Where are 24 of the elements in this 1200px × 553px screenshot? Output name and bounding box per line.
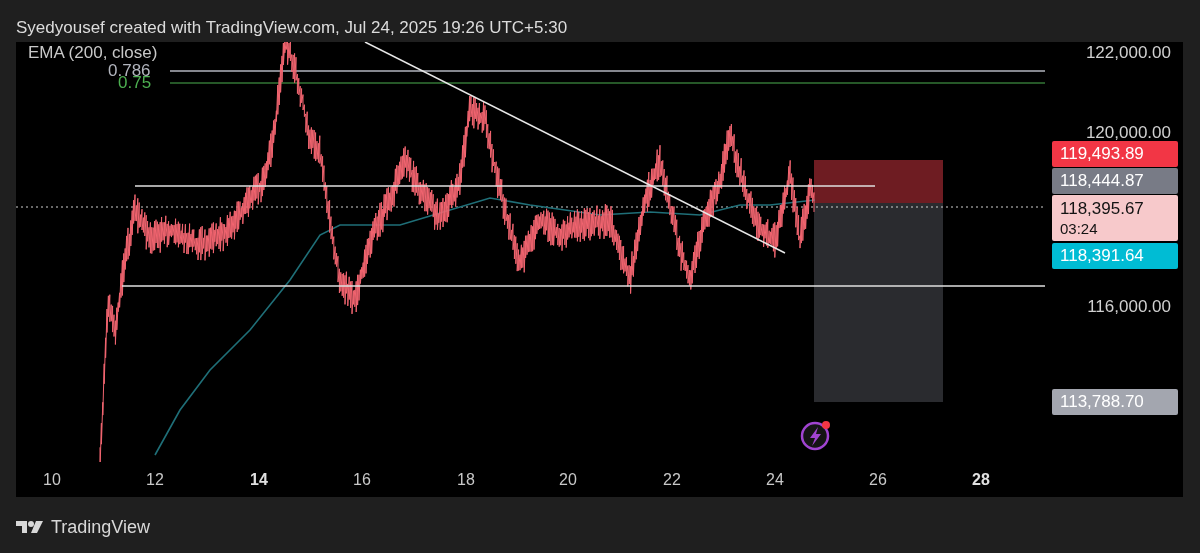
lightning-icon[interactable] [800, 421, 830, 451]
time-axis-label: 28 [971, 470, 991, 490]
time-axis-label: 20 [558, 470, 578, 490]
time-axis-label: 14 [249, 470, 269, 490]
logo-icon [16, 519, 44, 535]
price-axis-label: 116,000.00 [1087, 297, 1171, 317]
time-axis-label: 10 [42, 470, 62, 490]
time-axis-label: 16 [352, 470, 372, 490]
price-value: 119,493.89 [1060, 144, 1144, 164]
time-axis-label: 22 [662, 470, 682, 490]
price-value: 118,395.67 [1060, 198, 1144, 219]
price-value: 118,391.64 [1060, 246, 1144, 266]
credit-text: Syedyousef created with TradingView.com, Jul 24, 2025 19:26 UTC+5:30 [15, 17, 569, 39]
countdown-timer: 03:24 [1060, 218, 1098, 238]
brand-name: TradingView [51, 516, 151, 538]
indicator-legend: EMA (200, close) [28, 43, 158, 63]
price-value: 113,788.70 [1060, 392, 1144, 412]
time-axis-label: 24 [765, 470, 785, 490]
price-axis-label: 122,000.00 [1085, 43, 1171, 63]
time-axis-label: 26 [868, 470, 888, 490]
price-value: 118,444.87 [1060, 171, 1144, 191]
price-axis-label: 120,000.00 [1085, 123, 1171, 143]
time-axis-label: 18 [456, 470, 476, 490]
time-axis-label: 12 [145, 470, 165, 490]
